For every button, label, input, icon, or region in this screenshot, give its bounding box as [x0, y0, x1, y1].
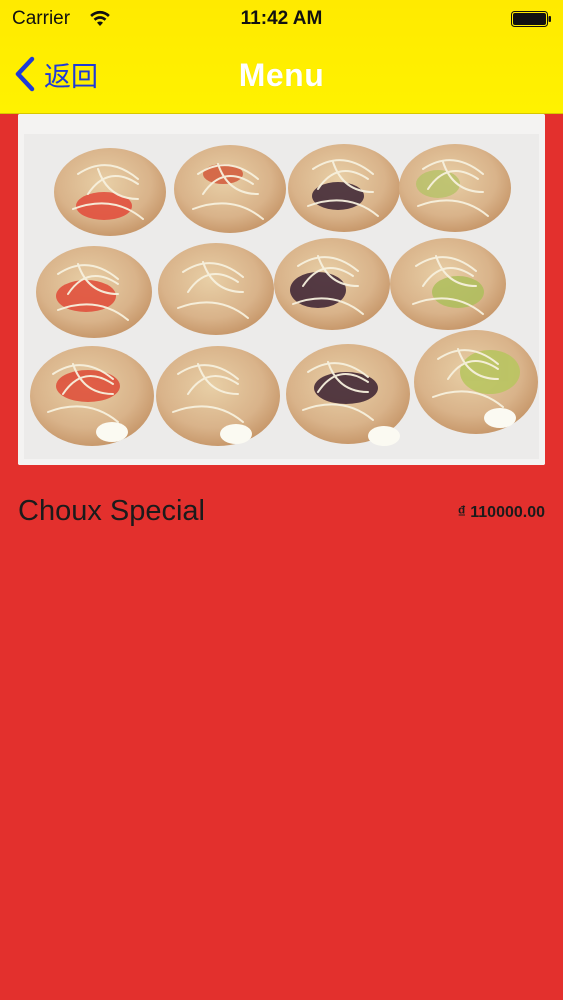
page-title: Menu: [238, 57, 325, 93]
product-name: Choux Special: [18, 495, 205, 527]
battery-icon: [511, 11, 551, 27]
status-time: 11:42 AM: [240, 8, 323, 29]
status-bar: Carrier 11:42 AM: [0, 0, 563, 40]
product-price: ₫ 110000.00: [457, 504, 545, 521]
navigation-header: Carrier 11:42 AM 返回 Menu: [0, 0, 563, 114]
product-image: [18, 114, 545, 465]
nav-bar: 返回 Menu: [0, 40, 563, 112]
